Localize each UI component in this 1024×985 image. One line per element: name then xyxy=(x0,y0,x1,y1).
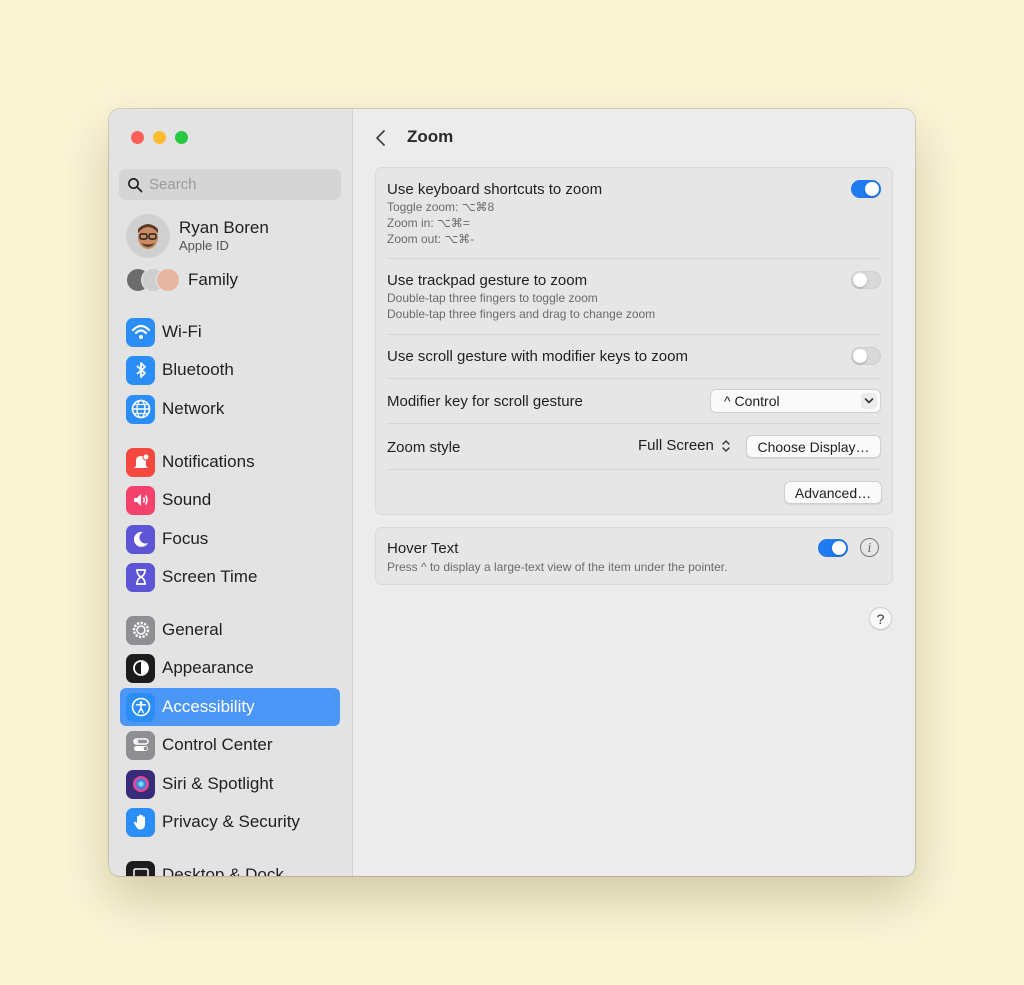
apple-id-profile[interactable]: Ryan Boren Apple ID xyxy=(126,214,269,258)
sidebar-item-bluetooth[interactable]: Bluetooth xyxy=(120,351,340,389)
wifi-icon xyxy=(126,317,155,347)
sidebar-item-label: Network xyxy=(162,399,225,418)
advanced-button[interactable]: Advanced… xyxy=(784,481,882,504)
sidebar-item-label: Siri & Spotlight xyxy=(162,774,274,793)
shortcut-zoom-out: Zoom out: ⌥⌘- xyxy=(387,232,475,246)
sidebar-item-accessibility[interactable]: Accessibility xyxy=(120,688,340,726)
hover-text-group: Hover Text Press ^ to display a large-te… xyxy=(375,527,893,585)
memoji-icon xyxy=(138,224,158,249)
bluetooth-icon xyxy=(126,355,155,385)
info-icon[interactable]: i xyxy=(860,538,879,557)
sidebar-item-sound[interactable]: Sound xyxy=(120,481,340,519)
sidebar-item-label: Wi-Fi xyxy=(162,322,202,341)
speaker-icon xyxy=(126,485,155,515)
globe-icon xyxy=(126,394,155,424)
hand-icon xyxy=(126,807,155,837)
trackpad-gesture-title: Use trackpad gesture to zoom xyxy=(387,272,588,289)
up-down-chevron-icon xyxy=(719,437,734,454)
modifier-key-title: Modifier key for scroll gesture xyxy=(387,393,583,410)
hourglass-icon xyxy=(126,562,155,592)
sidebar-item-label: Desktop & Dock xyxy=(162,865,284,876)
sidebar-item-notifications[interactable]: Notifications xyxy=(120,443,340,481)
modifier-key-value: ^ Control xyxy=(724,393,780,409)
search-field[interactable] xyxy=(119,169,341,200)
accessibility-icon xyxy=(126,692,155,722)
back-button[interactable] xyxy=(373,127,389,149)
sidebar-item-label: Appearance xyxy=(162,658,254,677)
chevron-left-icon xyxy=(376,130,385,146)
hover-text-subtitle: Press ^ to display a large-text view of … xyxy=(387,560,728,574)
moon-icon xyxy=(126,524,155,554)
sidebar-item-control-center[interactable]: Control Center xyxy=(120,726,340,764)
keyboard-shortcuts-title: Use keyboard shortcuts to zoom xyxy=(387,181,603,198)
page-title: Zoom xyxy=(407,127,454,146)
sidebar-item-label: Privacy & Security xyxy=(162,812,300,831)
sidebar-item-appearance[interactable]: Appearance xyxy=(120,649,340,687)
sidebar-item-network[interactable]: Network xyxy=(120,390,340,428)
help-button[interactable]: ? xyxy=(869,607,892,630)
family-avatars xyxy=(126,268,180,292)
shortcut-toggle: Toggle zoom: ⌥⌘8 xyxy=(387,200,495,214)
sidebar: Ryan Boren Apple ID Family Wi-Fi Bluet xyxy=(109,109,353,876)
sidebar-item-label: General xyxy=(162,620,223,639)
siri-icon xyxy=(126,769,155,799)
sidebar-item-wifi[interactable]: Wi-Fi xyxy=(120,313,340,351)
toggles-icon xyxy=(126,730,155,760)
zoom-settings-group: Use keyboard shortcuts to zoom Toggle zo… xyxy=(375,167,893,515)
scroll-gesture-title: Use scroll gesture with modifier keys to… xyxy=(387,348,688,365)
search-input[interactable] xyxy=(149,176,329,193)
gear-icon xyxy=(126,615,155,645)
sidebar-item-label: Bluetooth xyxy=(162,360,234,379)
zoom-window-button[interactable] xyxy=(175,131,188,144)
sidebar-item-screen-time[interactable]: Screen Time xyxy=(120,558,340,596)
settings-window: Ryan Boren Apple ID Family Wi-Fi Bluet xyxy=(109,109,915,876)
sidebar-item-privacy-security[interactable]: Privacy & Security xyxy=(120,803,340,841)
search-icon xyxy=(128,177,143,192)
profile-subtitle: Apple ID xyxy=(179,238,229,253)
family-avatar xyxy=(156,268,180,292)
appearance-icon xyxy=(126,653,155,683)
modifier-key-row: Modifier key for scroll gesture ^ Contro… xyxy=(387,379,881,424)
bell-icon xyxy=(126,447,155,477)
scroll-gesture-toggle[interactable] xyxy=(851,347,881,365)
sidebar-item-label: Notifications xyxy=(162,452,255,471)
sidebar-item-label: Sound xyxy=(162,490,212,509)
hover-text-toggle[interactable] xyxy=(818,539,848,557)
modifier-key-select[interactable]: ^ Control xyxy=(710,389,881,413)
chevron-down-icon xyxy=(861,393,877,409)
sidebar-item-siri-spotlight[interactable]: Siri & Spotlight xyxy=(120,765,340,803)
close-window-button[interactable] xyxy=(131,131,144,144)
trackpad-gesture-toggle[interactable] xyxy=(851,271,881,289)
sidebar-item-label: Accessibility xyxy=(162,697,255,716)
zoom-style-row: Zoom style Full Screen Choose Display… xyxy=(387,424,881,470)
minimize-window-button[interactable] xyxy=(153,131,166,144)
keyboard-shortcuts-row: Use keyboard shortcuts to zoom Toggle zo… xyxy=(387,168,881,259)
zoom-style-popup[interactable]: Full Screen xyxy=(638,437,734,454)
sidebar-item-general[interactable]: General xyxy=(120,611,340,649)
hover-text-title: Hover Text xyxy=(387,540,459,557)
sidebar-item-focus[interactable]: Focus xyxy=(120,520,340,558)
avatar xyxy=(126,214,170,258)
keyboard-shortcuts-toggle[interactable] xyxy=(851,180,881,198)
shortcut-zoom-in: Zoom in: ⌥⌘= xyxy=(387,216,470,230)
sidebar-item-desktop-dock[interactable]: Desktop & Dock xyxy=(120,856,340,876)
zoom-style-title: Zoom style xyxy=(387,439,461,456)
sidebar-item-label: Control Center xyxy=(162,735,273,754)
sidebar-item-label: Screen Time xyxy=(162,567,258,586)
zoom-style-value: Full Screen xyxy=(638,437,714,454)
trackpad-hint-toggle: Double-tap three fingers to toggle zoom xyxy=(387,291,598,305)
trackpad-gesture-row: Use trackpad gesture to zoom Double-tap … xyxy=(387,259,881,335)
choose-display-button[interactable]: Choose Display… xyxy=(746,435,881,458)
trackpad-hint-drag: Double-tap three fingers and drag to cha… xyxy=(387,307,656,321)
sidebar-item-label: Focus xyxy=(162,529,209,548)
profile-name: Ryan Boren xyxy=(179,218,269,237)
dock-icon xyxy=(126,860,155,876)
main-pane: Zoom Use keyboard shortcuts to zoom Togg… xyxy=(353,109,915,876)
family-label: Family xyxy=(188,270,239,289)
scroll-gesture-row: Use scroll gesture with modifier keys to… xyxy=(387,335,881,379)
family-item[interactable]: Family xyxy=(126,268,238,292)
window-controls xyxy=(131,131,188,144)
